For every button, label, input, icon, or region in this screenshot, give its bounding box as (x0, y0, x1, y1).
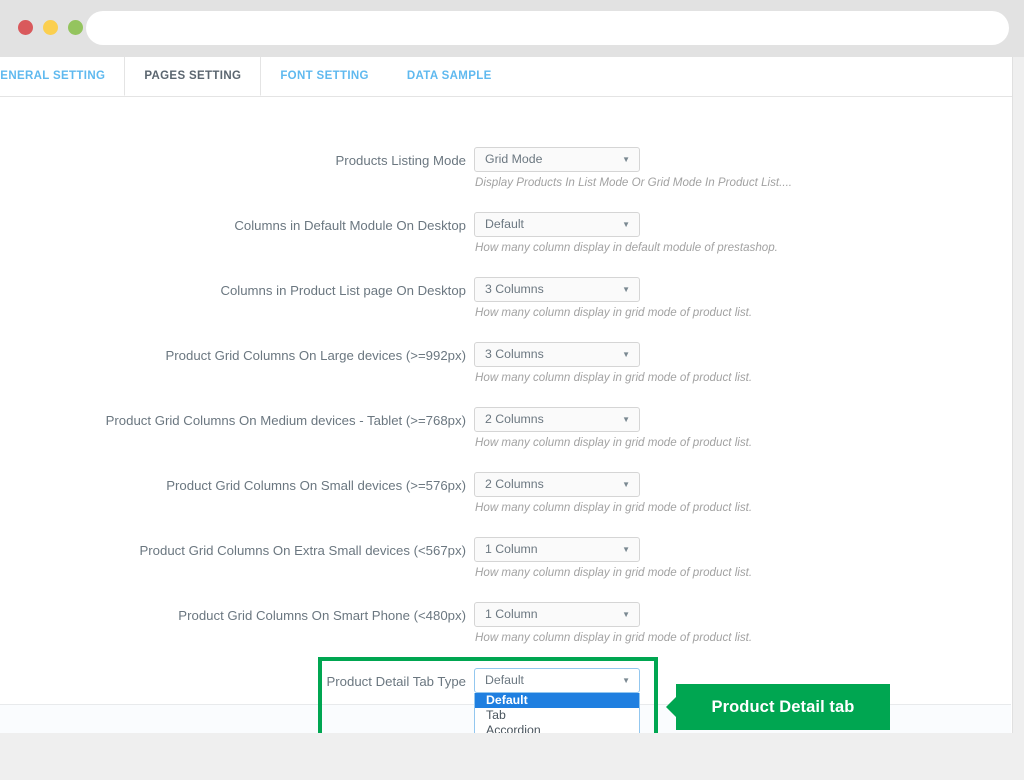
form-row-grid-columns-small: Product Grid Columns On Small devices (>… (0, 472, 1012, 542)
select-value: 1 Column (485, 607, 538, 621)
form-row-grid-columns-medium: Product Grid Columns On Medium devices -… (0, 407, 1012, 477)
settings-tab-strip: GENERAL SETTING PAGES SETTING FONT SETTING… (0, 57, 1012, 97)
select-value: 3 Columns (485, 282, 544, 296)
chevron-down-icon: ▼ (622, 350, 630, 359)
tab-font-setting[interactable]: FONT SETTING (261, 57, 388, 96)
row-help-text: How many column display in grid mode of … (475, 566, 753, 579)
chevron-down-icon: ▼ (622, 610, 630, 619)
select-value: 3 Columns (485, 347, 544, 361)
row-help-text: How many column display in grid mode of … (475, 306, 753, 319)
row-control: 3 Columns ▼ (474, 277, 640, 302)
row-label: Product Grid Columns On Large devices (>… (165, 348, 466, 363)
row-label: Products Listing Mode (335, 153, 466, 168)
row-label: Product Detail Tab Type (326, 674, 466, 689)
form-row-grid-columns-large: Product Grid Columns On Large devices (>… (0, 342, 1012, 412)
maximize-dot[interactable] (68, 20, 83, 35)
row-help-text: How many column display in grid mode of … (475, 501, 753, 514)
row-label: Columns in Product List page On Desktop (220, 283, 466, 298)
page-viewport: GENERAL SETTING PAGES SETTING FONT SETTING… (0, 57, 1013, 733)
grid-columns-medium-select[interactable]: 2 Columns ▼ (474, 407, 640, 432)
select-value: 1 Column (485, 542, 538, 556)
columns-product-list-desktop-select[interactable]: 3 Columns ▼ (474, 277, 640, 302)
row-control: 1 Column ▼ (474, 537, 640, 562)
tab-data-sample[interactable]: DATA SAMPLE (388, 57, 511, 96)
form-row-columns-product-list-desktop: Columns in Product List page On Desktop … (0, 277, 1012, 347)
close-dot[interactable] (18, 20, 33, 35)
option-default[interactable]: Default (475, 693, 639, 708)
select-value: Default (485, 217, 524, 231)
chevron-down-icon: ▼ (622, 480, 630, 489)
minimize-dot[interactable] (43, 20, 58, 35)
option-tab[interactable]: Tab (475, 708, 639, 723)
option-accordion[interactable]: Accordion (475, 723, 639, 733)
row-control: 2 Columns ▼ (474, 472, 640, 497)
form-row-grid-columns-extra-small: Product Grid Columns On Extra Small devi… (0, 537, 1012, 607)
product-detail-tab-type-options: Default Tab Accordion (474, 693, 640, 733)
browser-chrome (0, 0, 1024, 57)
row-help-text: How many column display in default modul… (475, 241, 778, 254)
form-row-product-detail-tab-type: Product Detail Tab Type Default ▼ Defaul… (0, 668, 1012, 733)
select-value: Grid Mode (485, 152, 543, 166)
row-label: Product Grid Columns On Smart Phone (<48… (178, 608, 466, 623)
row-label: Product Grid Columns On Small devices (>… (166, 478, 466, 493)
row-label: Columns in Default Module On Desktop (234, 218, 466, 233)
chevron-down-icon: ▼ (622, 155, 630, 164)
products-listing-mode-select[interactable]: Grid Mode ▼ (474, 147, 640, 172)
row-control: Default ▼ (474, 212, 640, 237)
row-help-text: Display Products In List Mode Or Grid Mo… (475, 176, 793, 189)
chevron-down-icon: ▼ (622, 545, 630, 554)
form-row-products-listing-mode: Products Listing Mode Grid Mode ▼ Displa… (0, 147, 1012, 217)
grid-columns-extra-small-select[interactable]: 1 Column ▼ (474, 537, 640, 562)
row-help-text: How many column display in grid mode of … (475, 436, 753, 449)
row-control: Default ▼ (474, 668, 640, 693)
row-label: Product Grid Columns On Medium devices -… (105, 413, 466, 428)
row-label: Product Grid Columns On Extra Small devi… (139, 543, 466, 558)
grid-columns-small-select[interactable]: 2 Columns ▼ (474, 472, 640, 497)
row-help-text: How many column display in grid mode of … (475, 631, 753, 644)
select-value: 2 Columns (485, 477, 544, 491)
row-control: 1 Column ▼ (474, 602, 640, 627)
grid-columns-large-select[interactable]: 3 Columns ▼ (474, 342, 640, 367)
tab-pages-setting[interactable]: PAGES SETTING (124, 57, 262, 96)
select-value: Default (485, 673, 524, 687)
address-bar[interactable] (86, 11, 1009, 45)
tab-general-setting[interactable]: GENERAL SETTING (0, 57, 124, 96)
row-control: 2 Columns ▼ (474, 407, 640, 432)
form-row-columns-default-module-desktop: Columns in Default Module On Desktop Def… (0, 212, 1012, 282)
chevron-down-icon: ▼ (622, 676, 630, 685)
row-help-text: How many column display in grid mode of … (475, 371, 753, 384)
form-row-grid-columns-smart-phone: Product Grid Columns On Smart Phone (<48… (0, 602, 1012, 672)
chevron-down-icon: ▼ (622, 285, 630, 294)
row-control: Grid Mode ▼ (474, 147, 640, 172)
select-value: 2 Columns (485, 412, 544, 426)
grid-columns-smart-phone-select[interactable]: 1 Column ▼ (474, 602, 640, 627)
settings-form: Products Listing Mode Grid Mode ▼ Displa… (0, 97, 1012, 733)
product-detail-tab-type-select[interactable]: Default ▼ (474, 668, 640, 693)
window-controls (18, 20, 83, 35)
row-control: 3 Columns ▼ (474, 342, 640, 367)
chevron-down-icon: ▼ (622, 415, 630, 424)
chevron-down-icon: ▼ (622, 220, 630, 229)
columns-default-module-desktop-select[interactable]: Default ▼ (474, 212, 640, 237)
